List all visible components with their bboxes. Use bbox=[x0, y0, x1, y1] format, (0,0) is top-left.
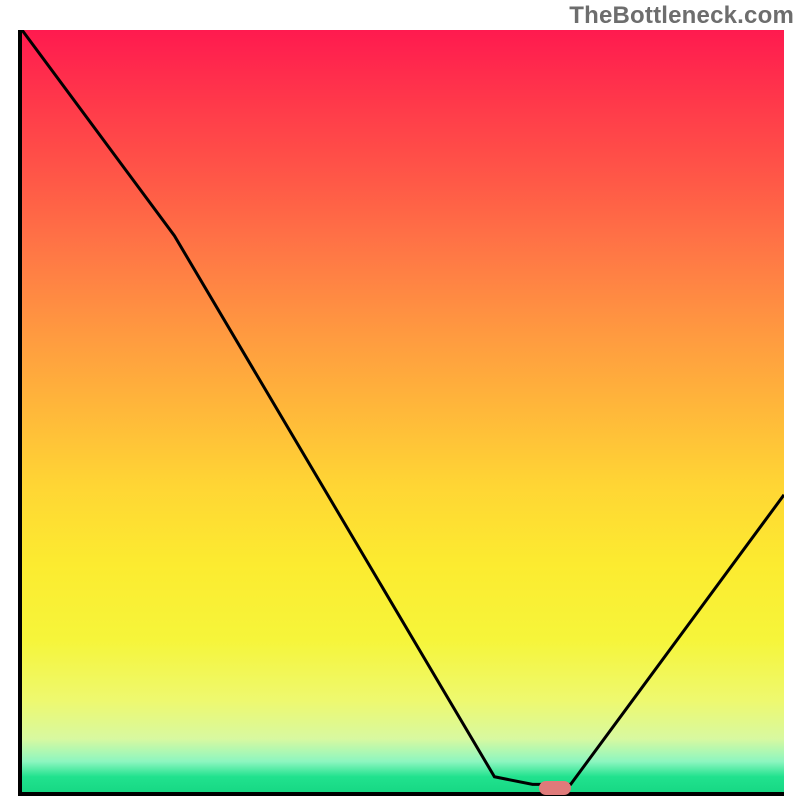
watermark-text: TheBottleneck.com bbox=[569, 2, 794, 30]
chart-plot-area bbox=[18, 30, 784, 796]
chart-curve-path bbox=[22, 30, 784, 784]
chart-curve bbox=[22, 30, 784, 792]
chart-trough-marker bbox=[539, 781, 571, 795]
